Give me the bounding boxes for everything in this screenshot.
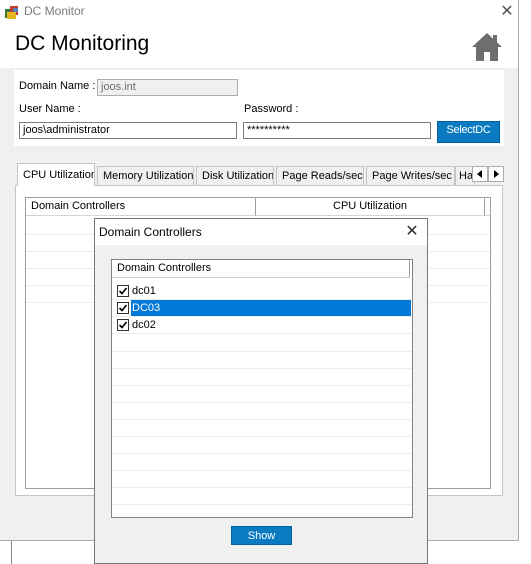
login-form: Domain Name : joos.int User Name : joos\… (14, 70, 504, 146)
dialog-title: Domain Controllers (99, 225, 202, 239)
show-button[interactable]: Show (231, 526, 292, 545)
list-item-selected[interactable]: DC03 (112, 300, 412, 317)
grid-column-header[interactable]: Domain Controllers (26, 198, 256, 216)
checkbox[interactable] (117, 319, 129, 331)
user-name-label: User Name : (19, 103, 81, 115)
tab-scroll-right-icon[interactable] (488, 166, 504, 182)
list-item-label: DC03 (131, 300, 411, 316)
close-icon[interactable]: ✕ (496, 1, 518, 23)
list-row-line (112, 351, 412, 352)
list-row-line (112, 453, 412, 454)
domain-controllers-list[interactable]: Domain Controllers dc01 DC03 dc02 (111, 259, 413, 518)
list-row-line (112, 470, 412, 471)
tab-page-writes[interactable]: Page Writes/sec (366, 166, 455, 185)
list-item-label: dc02 (132, 319, 156, 331)
dialog-close-icon[interactable]: ✕ (401, 221, 423, 243)
list-row-line (112, 385, 412, 386)
list-item[interactable]: dc02 (112, 317, 412, 334)
grid-column-header[interactable]: CPU Utilization (256, 198, 485, 216)
domain-field: joos.int (97, 79, 238, 96)
app-icon (4, 4, 20, 20)
page-title: DC Monitoring (15, 32, 150, 55)
grid-column-filler (485, 198, 490, 216)
password-label: Password : (244, 103, 299, 115)
tab-page-reads[interactable]: Page Reads/sec (276, 166, 364, 185)
select-dc-button[interactable]: SelectDC (437, 121, 500, 143)
list-row-line (112, 402, 412, 403)
domain-label: Domain Name : (19, 80, 96, 92)
domain-controllers-dialog: Domain Controllers ✕ Domain Controllers … (94, 218, 428, 564)
list-column-header[interactable]: Domain Controllers (112, 260, 410, 278)
checkbox[interactable] (117, 302, 129, 314)
list-row-line (112, 504, 412, 505)
title-bar: DC Monitor ✕ (0, 0, 518, 24)
tab-scroll-left-icon[interactable] (472, 166, 488, 182)
header-area: DC Monitoring (0, 24, 518, 68)
tab-disk-utilization[interactable]: Disk Utilization (196, 166, 274, 185)
tab-cpu-utilization[interactable]: CPU Utilization (17, 163, 95, 186)
home-icon[interactable] (470, 31, 504, 63)
list-row-line (112, 487, 412, 488)
window-edge (11, 541, 12, 564)
dialog-title-bar: Domain Controllers ✕ (95, 219, 427, 245)
tab-memory-utilization[interactable]: Memory Utilization (97, 166, 194, 185)
list-item-label: dc01 (132, 285, 156, 297)
window-title: DC Monitor (24, 4, 85, 18)
user-name-field[interactable]: joos\administrator (19, 122, 237, 139)
password-field[interactable]: ********** (243, 122, 431, 139)
list-row-line (112, 419, 412, 420)
checkbox[interactable] (117, 285, 129, 297)
list-row-line (112, 368, 412, 369)
list-row-line (112, 436, 412, 437)
list-item[interactable]: dc01 (112, 283, 412, 300)
